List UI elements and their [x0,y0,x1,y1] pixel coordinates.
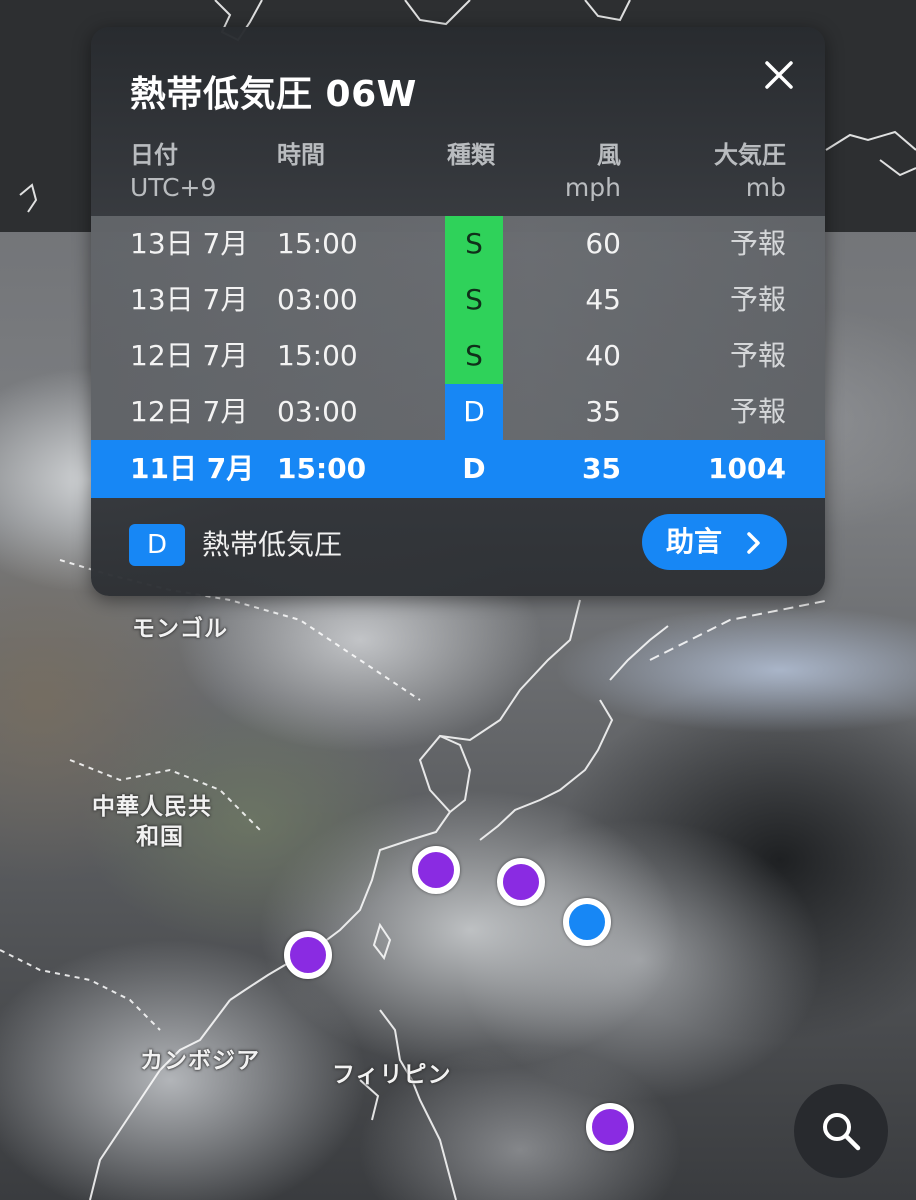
storm-marker[interactable] [284,931,332,979]
header-type: 種類 [447,141,495,169]
row-time: 03:00 [277,395,358,428]
row-date: 13日 7月 [130,227,249,260]
row-date: 12日 7月 [130,395,249,428]
table-row[interactable]: 12日 7月 03:00 D 35 予報 [91,384,825,440]
row-date: 13日 7月 [130,283,249,316]
close-button[interactable] [759,55,799,95]
search-icon [823,1113,861,1151]
row-time: 15:00 [277,339,358,372]
row-pressure: 予報 [729,339,786,372]
row-wind: 45 [585,283,621,316]
subheader-pressure-unit: mb [745,173,786,202]
storm-marker[interactable] [586,1103,634,1151]
row-wind: 35 [585,395,621,428]
row-time: 03:00 [277,283,358,316]
table-row[interactable]: 12日 7月 15:00 S 40 予報 [91,328,825,384]
storm-info-panel: 熱帯低気圧 06W 日付 時間 種類 風 大気圧 UTC+9 mph mb 13… [91,27,825,596]
row-pressure: 予報 [729,227,786,260]
row-wind: 60 [585,227,621,260]
row-pressure: 予報 [729,283,786,316]
row-type-badge: D [462,452,486,485]
row-wind: 40 [585,339,621,372]
header-wind: 風 [597,141,621,169]
header-pressure: 大気圧 [714,141,786,169]
header-date: 日付 [130,141,178,169]
table-row[interactable]: 13日 7月 15:00 S 60 予報 [91,216,825,272]
subheader-wind-unit: mph [564,173,621,202]
legend-label: 熱帯低気圧 [202,528,343,561]
legend-type-badge: D [129,524,185,566]
map-label-philippines: フィリピン [332,1062,452,1088]
row-pressure: 予報 [729,395,786,428]
row-date: 11日 7月 [130,452,255,485]
row-pressure: 1004 [708,452,786,485]
row-time: 15:00 [277,227,358,260]
row-type-badge: D [445,384,503,440]
map-label-cambodia: カンボジア [140,1048,260,1074]
row-wind: 35 [582,452,621,485]
storm-marker-selected[interactable] [563,898,611,946]
row-type-badge: S [445,272,503,328]
row-type-badge: S [445,216,503,272]
chevron-right-icon [747,532,760,554]
map-label-china-line2: 和国 [136,824,184,850]
close-icon [765,61,793,89]
search-button[interactable] [794,1084,888,1178]
subheader-timezone: UTC+9 [130,173,217,202]
table-row-selected[interactable]: 11日 7月 15:00 D 35 1004 [91,440,825,498]
advice-button-label: 助言 [666,525,723,558]
header-time: 時間 [277,141,325,169]
map-label-mongolia: モンゴル [132,616,228,642]
row-time: 15:00 [277,452,367,485]
row-type-badge: S [445,328,503,384]
map-label-china-line1: 中華人民共 [92,794,212,820]
storm-marker[interactable] [497,858,545,906]
row-date: 12日 7月 [130,339,249,372]
advice-button[interactable]: 助言 [642,514,787,570]
forecast-table: 13日 7月 15:00 S 60 予報 13日 7月 03:00 S 45 予… [91,216,825,498]
storm-marker[interactable] [412,846,460,894]
table-row[interactable]: 13日 7月 03:00 S 45 予報 [91,272,825,328]
panel-title: 熱帯低気圧 06W [130,74,417,115]
